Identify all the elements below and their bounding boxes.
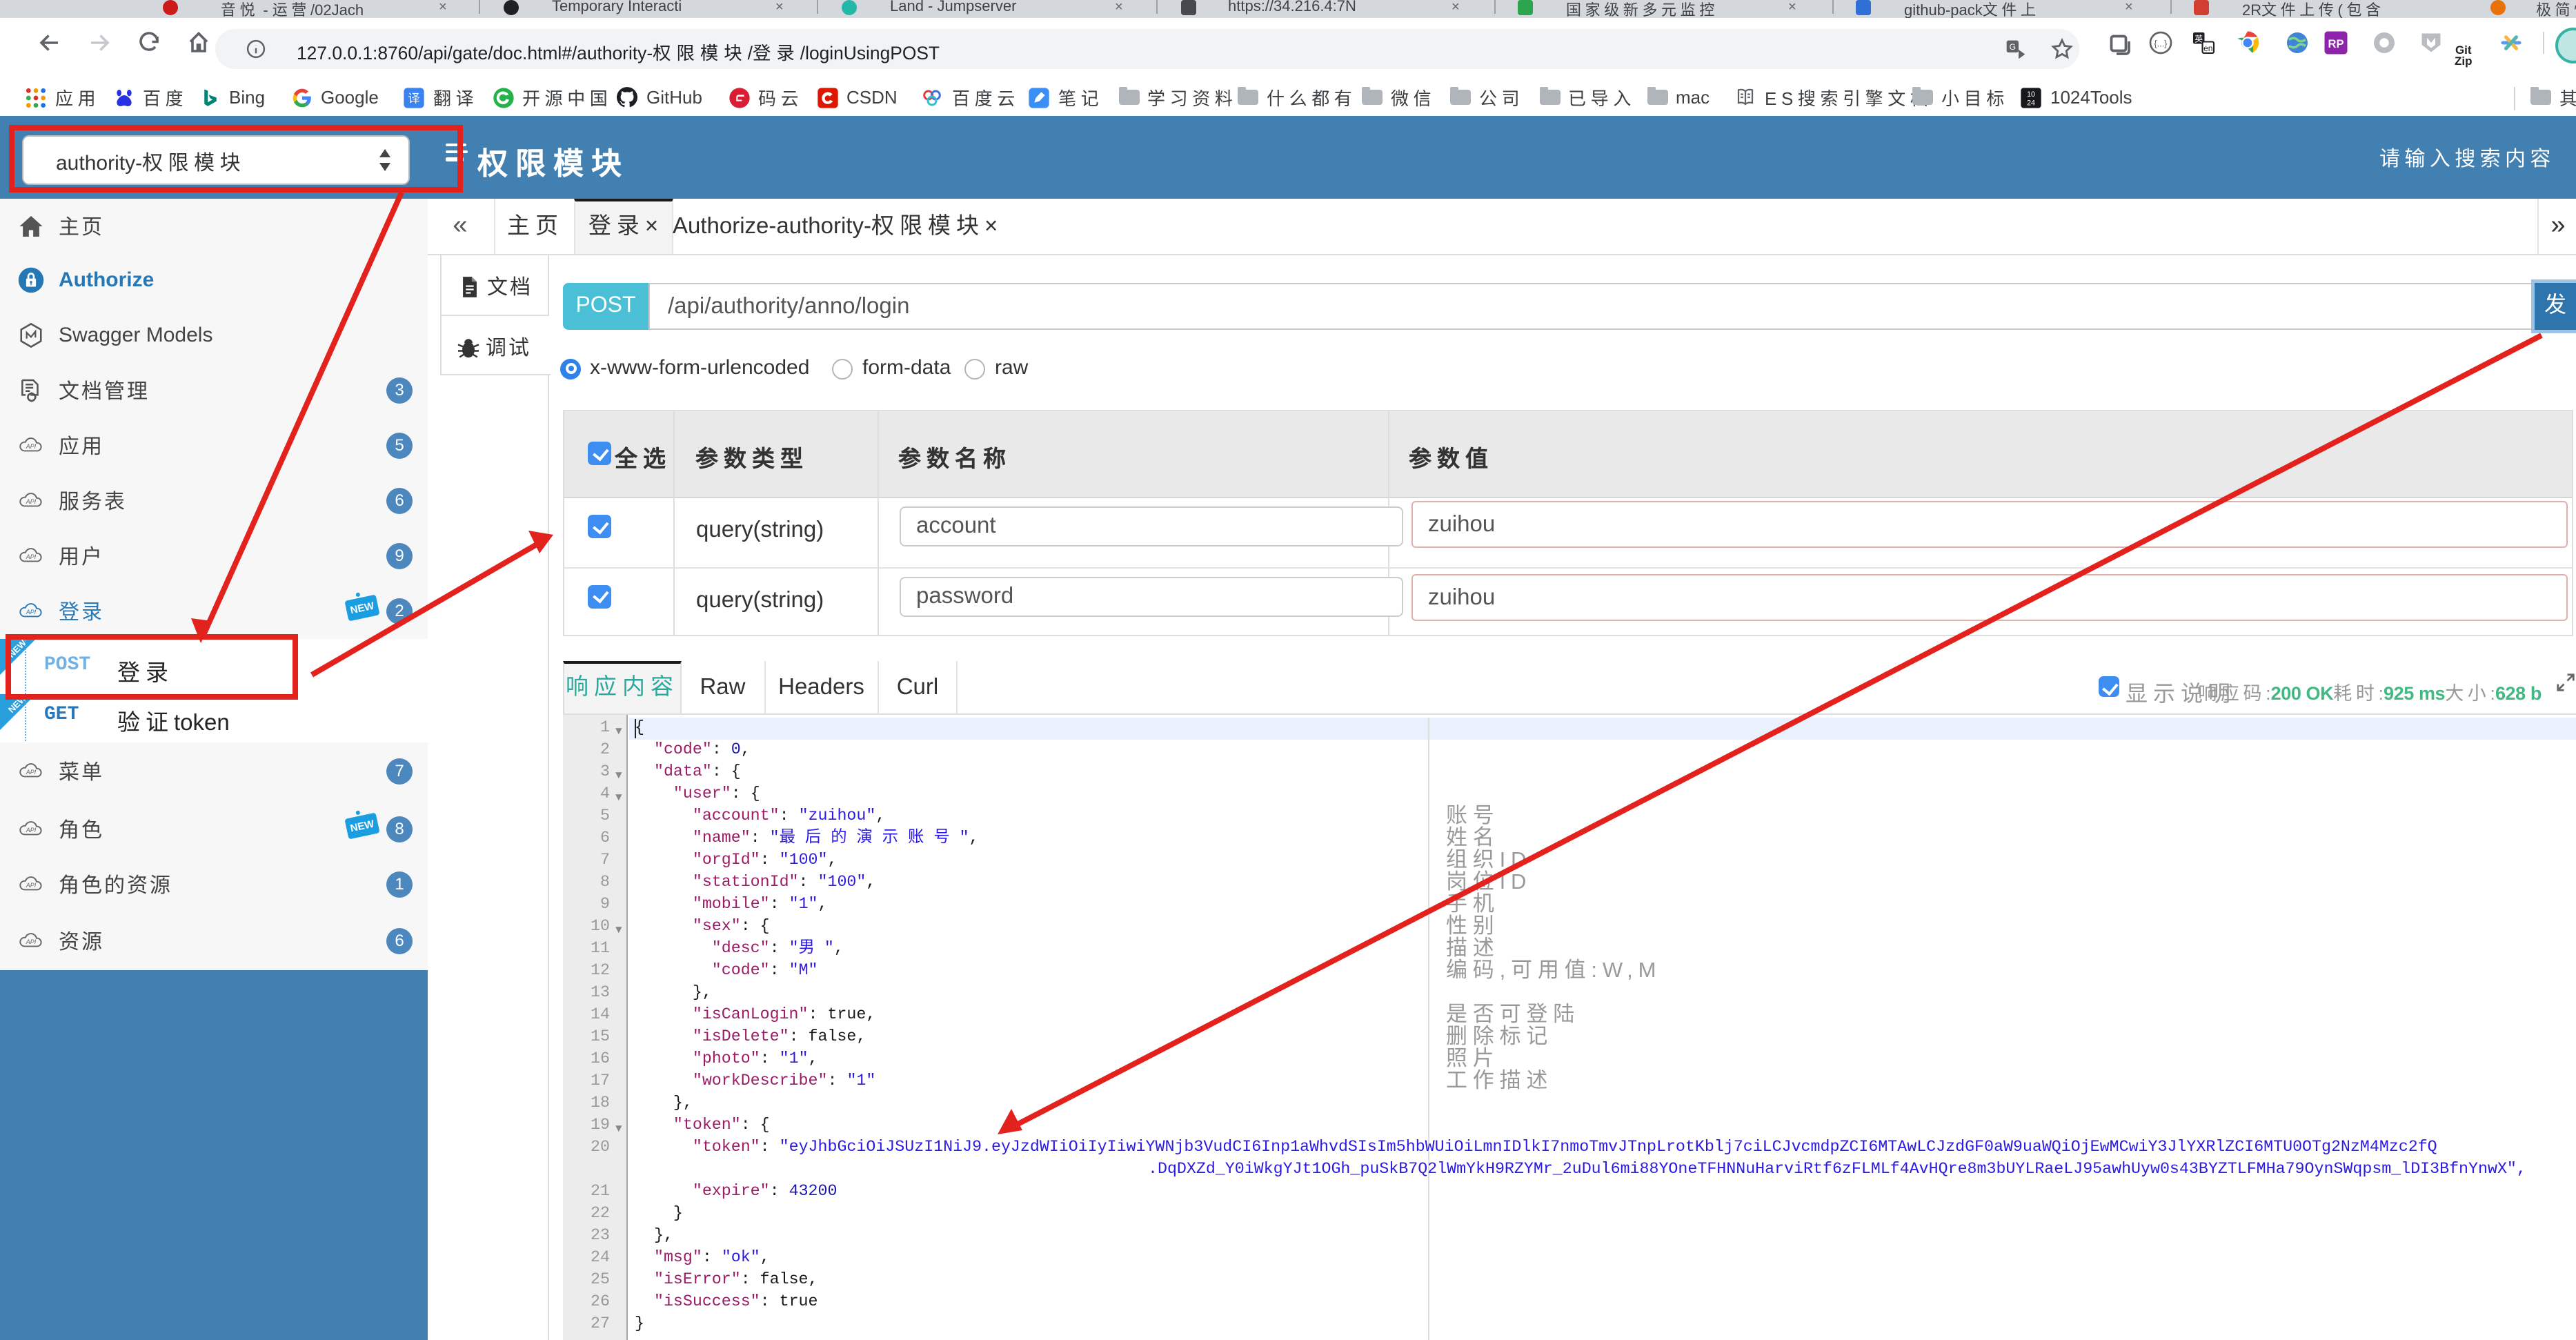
svg-text:{...}: {...} [2154,38,2168,48]
svg-text:API: API [26,883,37,889]
svg-text:G: G [2009,41,2015,51]
svg-text:10: 10 [2027,90,2035,98]
svg-text:译: 译 [408,91,419,105]
svg-text:API: API [26,498,37,505]
svg-text:API: API [26,444,37,451]
svg-text:24: 24 [2027,99,2035,107]
svg-text:RP: RP [2328,38,2344,50]
svg-text:API: API [26,938,37,945]
svg-text:API: API [26,769,37,776]
svg-text:API: API [26,553,37,560]
svg-text:英: 英 [2194,35,2203,44]
svg-text:en: en [2203,43,2212,53]
svg-text:API: API [26,827,37,834]
svg-text:API: API [26,609,37,615]
